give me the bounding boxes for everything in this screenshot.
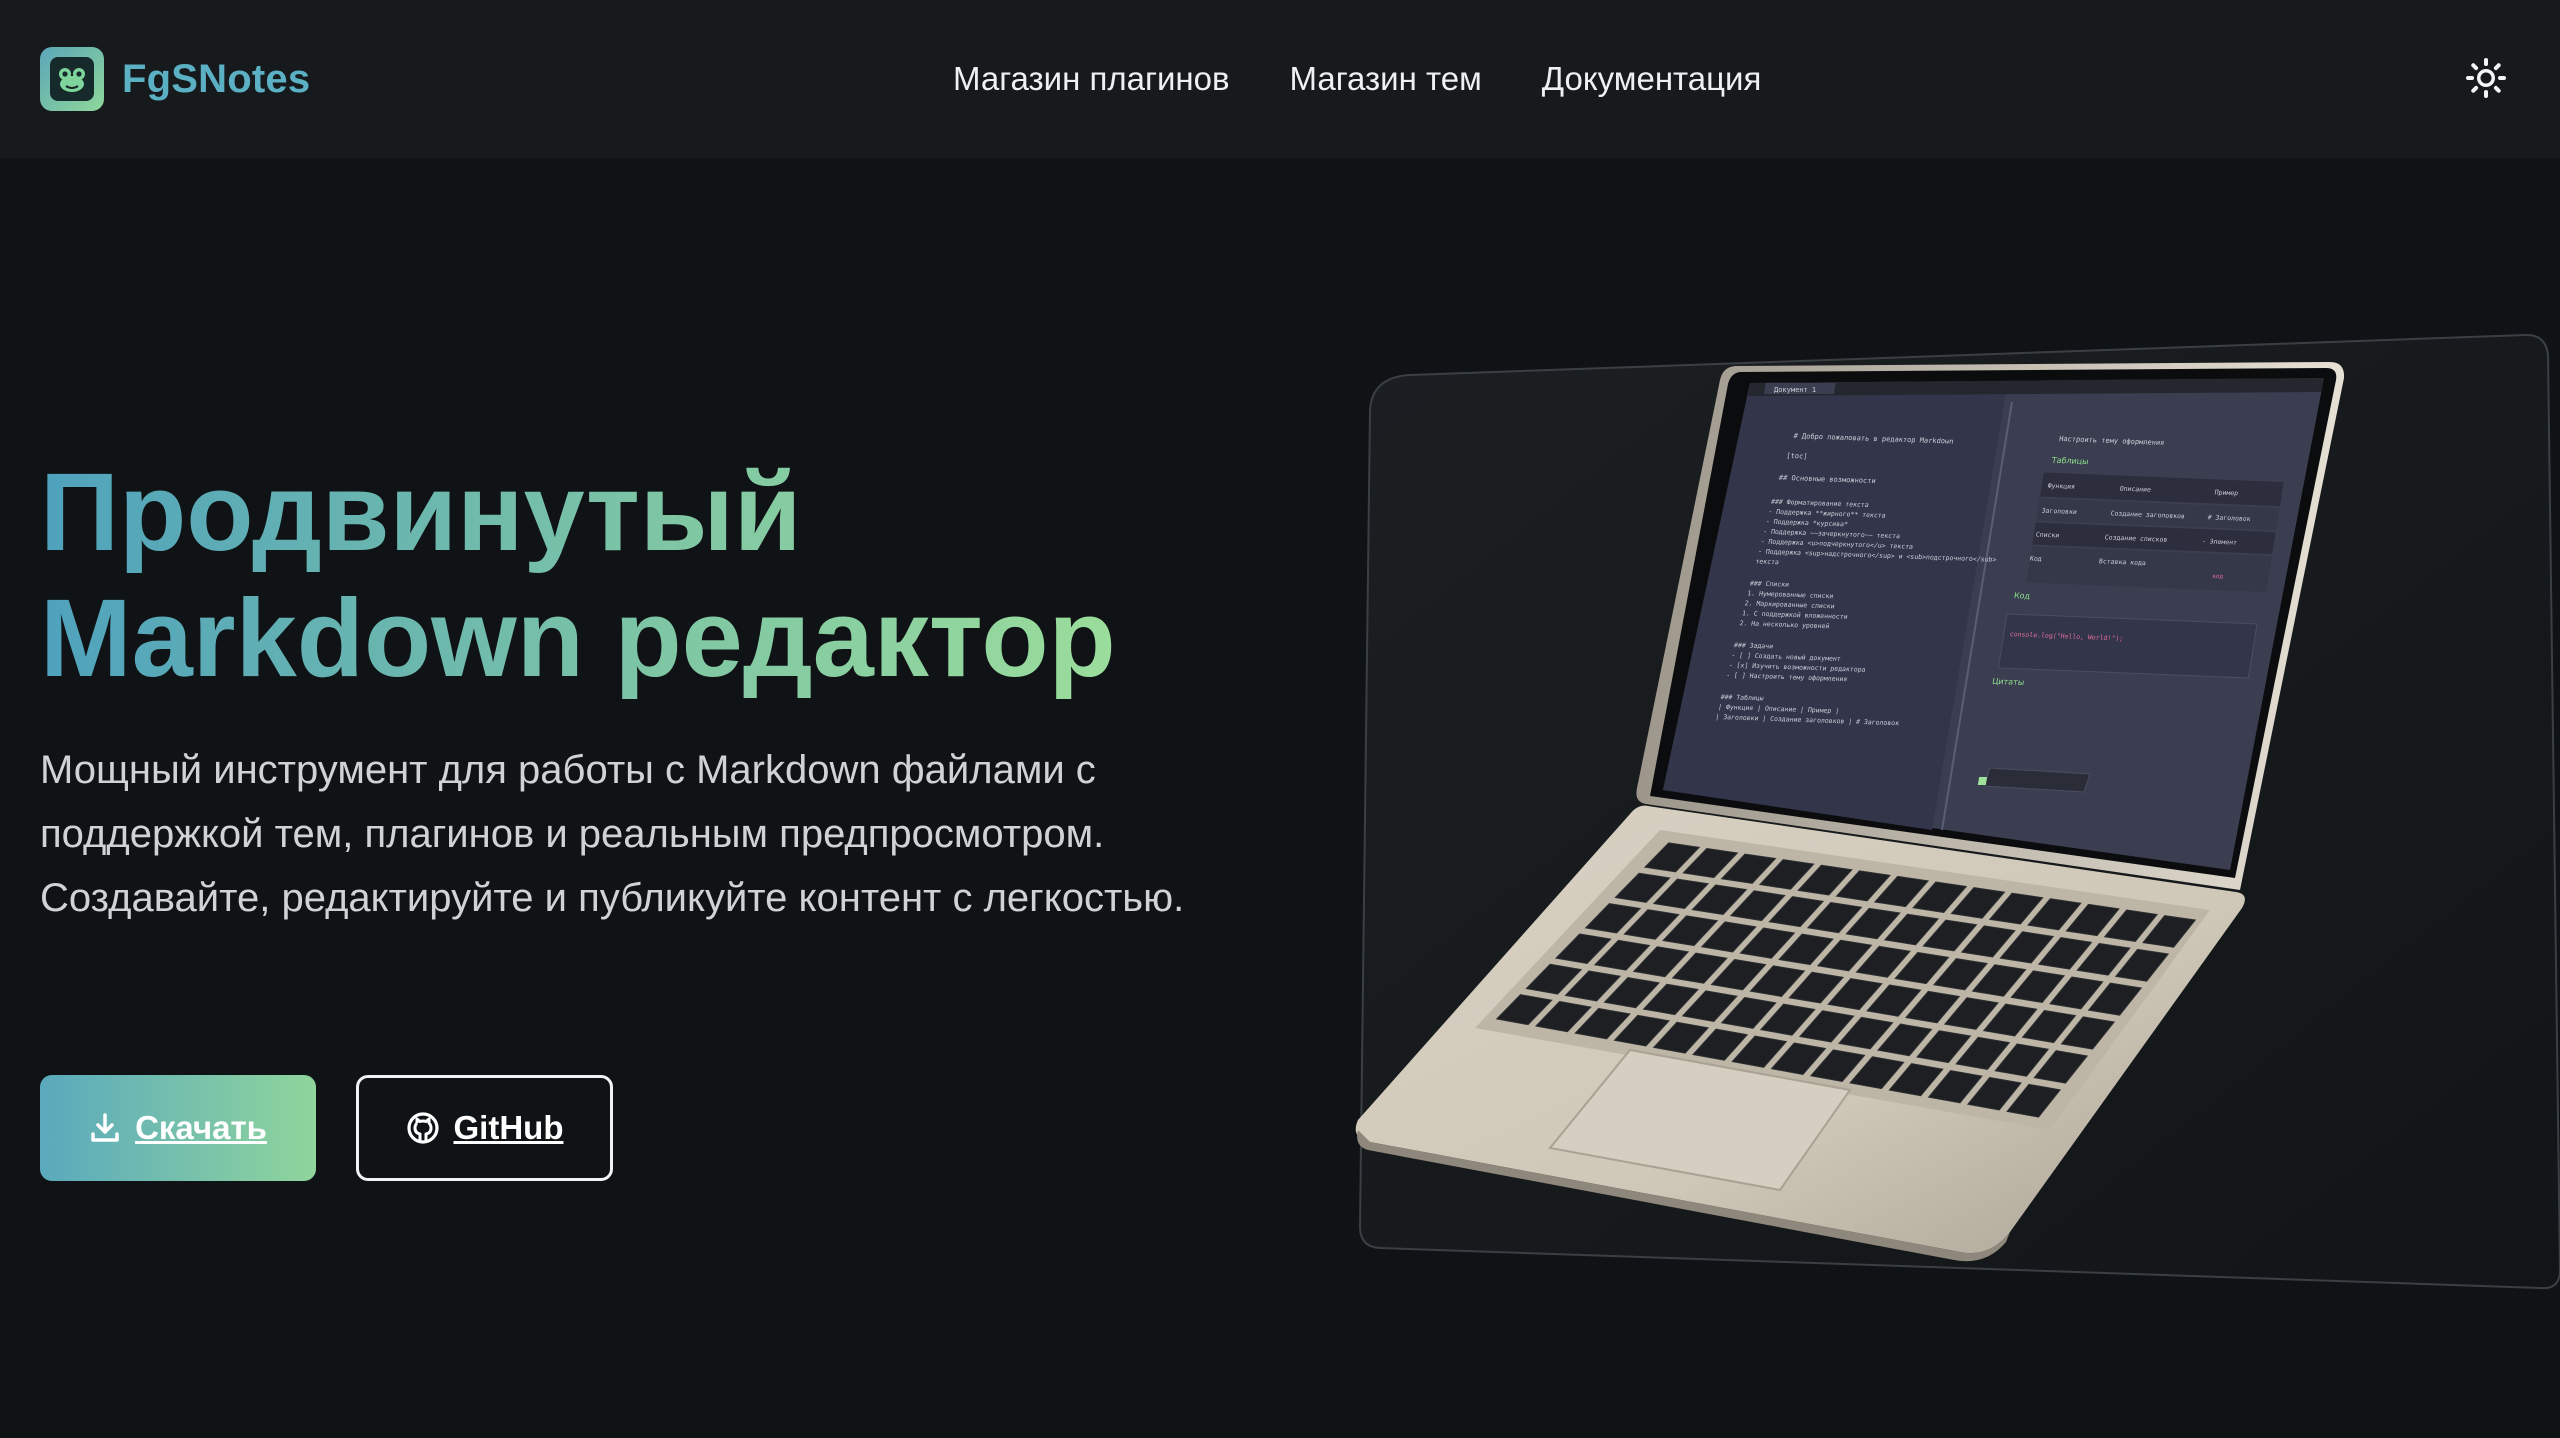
- hero-title-line-2: Markdown редактор: [40, 577, 1116, 700]
- download-label: Скачать: [135, 1109, 267, 1146]
- nav-theme-store[interactable]: Магазин тем: [1290, 60, 1482, 98]
- brand-logo-link[interactable]: FgSNotes: [40, 47, 310, 111]
- main-nav: Магазин плагинов Магазин тем Документаци…: [953, 0, 1761, 158]
- sun-icon: [2466, 58, 2506, 98]
- download-button[interactable]: Скачать: [40, 1075, 316, 1181]
- frog-logo-icon: [40, 47, 104, 111]
- hero-description: Мощный инструмент для работы с Markdown …: [40, 748, 1185, 920]
- theme-toggle-button[interactable]: [2464, 56, 2508, 100]
- hero-title: Продвинутый Markdown редактор: [40, 450, 1190, 702]
- trackpad: [1548, 1048, 1852, 1192]
- download-icon: [91, 1113, 119, 1142]
- hero-title-line-1: Продвинутый: [40, 451, 802, 574]
- nav-documentation[interactable]: Документация: [1542, 60, 1762, 98]
- github-label: GitHub: [453, 1109, 564, 1146]
- top-navbar: FgSNotes Магазин плагинов Магазин тем До…: [0, 0, 2560, 158]
- github-icon: [406, 1112, 439, 1144]
- github-button[interactable]: GitHub: [356, 1075, 613, 1181]
- nav-plugin-store[interactable]: Магазин плагинов: [953, 60, 1230, 98]
- brand-name: FgSNotes: [122, 56, 311, 101]
- laptop-illustration: Документ 1 # Добро пожаловать в редактор…: [1350, 330, 2560, 1330]
